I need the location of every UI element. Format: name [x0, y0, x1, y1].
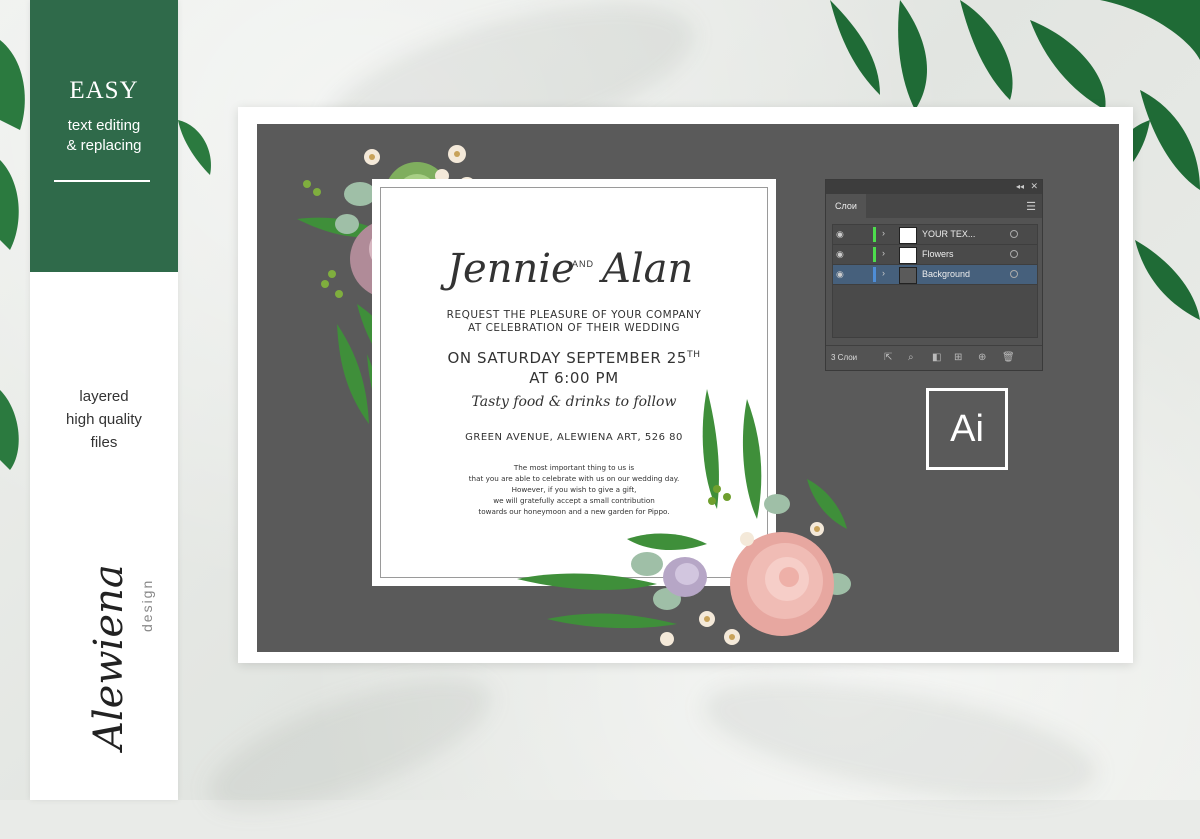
layer-thumbnail — [899, 247, 917, 264]
sidebar-divider — [54, 180, 150, 182]
layer-count: 3 Слои — [831, 353, 858, 362]
date-main: ON SATURDAY SEPTEMBER 25 — [447, 349, 688, 367]
layer-name[interactable]: Flowers — [922, 249, 954, 259]
clipping-mask-icon[interactable]: ◧ — [932, 352, 941, 363]
name-and: AND — [572, 259, 594, 269]
sidebar-header: EASY text editing & replacing — [30, 0, 178, 272]
request-line-1: REQUEST THE PLEASURE OF YOUR COMPANY — [446, 309, 702, 321]
layer-thumbnail — [899, 267, 917, 284]
layers-panel: ◂◂ ✕ Слои ☰ ◉ › YOUR TEX... ◉ › Flowers … — [825, 179, 1043, 371]
feature-files: files — [90, 434, 118, 451]
layer-color-bar — [873, 247, 876, 262]
request-line-2: AT CELEBRATION OF THEIR WEDDING — [467, 322, 681, 334]
sidebar-headline: EASY — [69, 77, 139, 104]
panel-title-bar[interactable]: ◂◂ ✕ — [826, 180, 1042, 194]
feature-high-quality: high quality — [66, 411, 142, 428]
layer-row-selected[interactable]: ◉ › Background — [833, 265, 1037, 285]
sidebar-subline-2: & replacing — [66, 137, 142, 154]
date-suffix: TH — [687, 350, 701, 360]
brand-logo: Alewiena design — [86, 564, 155, 754]
sidebar: EASY text editing & replacing layered hi… — [30, 0, 178, 800]
brand-sub: design — [139, 579, 155, 632]
collapse-icon[interactable]: ◂◂ — [1016, 182, 1024, 191]
new-sublayer-icon[interactable]: ⊞ — [954, 352, 962, 363]
preview-card: Jennie AND Alan REQUEST THE PLEASURE OF … — [238, 107, 1133, 663]
date-line-1: ON SATURDAY SEPTEMBER 25TH — [372, 345, 776, 368]
layer-color-bar — [873, 267, 876, 282]
target-icon[interactable] — [1010, 270, 1018, 278]
layer-row[interactable]: ◉ › Flowers — [833, 245, 1037, 265]
sidebar-subline: text editing & replacing — [30, 116, 178, 156]
eye-icon[interactable]: ◉ — [836, 229, 844, 240]
target-icon[interactable] — [1010, 250, 1018, 258]
floral-bottom-right — [517, 389, 851, 646]
couple-names: Jennie AND Alan — [440, 246, 693, 292]
search-icon[interactable]: ⌕ — [908, 352, 914, 363]
request-text: REQUEST THE PLEASURE OF YOUR COMPANY AT … — [372, 309, 776, 335]
eye-icon[interactable]: ◉ — [836, 269, 844, 280]
name-1: Jennie — [440, 246, 575, 292]
artboard: Jennie AND Alan REQUEST THE PLEASURE OF … — [257, 124, 1119, 652]
export-icon[interactable]: ⇱ — [884, 352, 892, 363]
panel-tabbar: Слои ☰ — [826, 194, 1042, 218]
layer-name[interactable]: Background — [922, 269, 970, 279]
new-layer-icon[interactable]: ⊕ — [978, 352, 986, 363]
tab-layers[interactable]: Слои — [826, 194, 866, 218]
feature-layered: layered — [79, 388, 129, 405]
layer-name[interactable]: YOUR TEX... — [922, 229, 975, 239]
sidebar-subline-1: text editing — [67, 117, 141, 134]
eye-icon[interactable]: ◉ — [836, 249, 844, 260]
name-2: Alan — [598, 246, 693, 292]
layer-thumbnail — [899, 227, 917, 244]
brand-name: Alewiena — [86, 564, 132, 754]
chevron-right-icon[interactable]: › — [882, 228, 885, 238]
chevron-right-icon[interactable]: › — [882, 268, 885, 278]
layer-row[interactable]: ◉ › YOUR TEX... — [833, 225, 1037, 245]
target-icon[interactable] — [1010, 230, 1018, 238]
layer-color-bar — [873, 227, 876, 242]
chevron-right-icon[interactable]: › — [882, 248, 885, 258]
panel-footer: 3 Слои ⇱ ⌕ ◧ ⊞ ⊕ 🗑 — [826, 345, 1042, 370]
illustrator-logo: Ai — [926, 388, 1008, 470]
close-icon[interactable]: ✕ — [1030, 181, 1038, 192]
trash-icon[interactable]: 🗑 — [1002, 352, 1015, 363]
sidebar-features: layered high quality files — [30, 385, 178, 454]
layers-list: ◉ › YOUR TEX... ◉ › Flowers ◉ › Backgrou… — [832, 224, 1038, 338]
panel-menu-icon[interactable]: ☰ — [1026, 200, 1036, 213]
